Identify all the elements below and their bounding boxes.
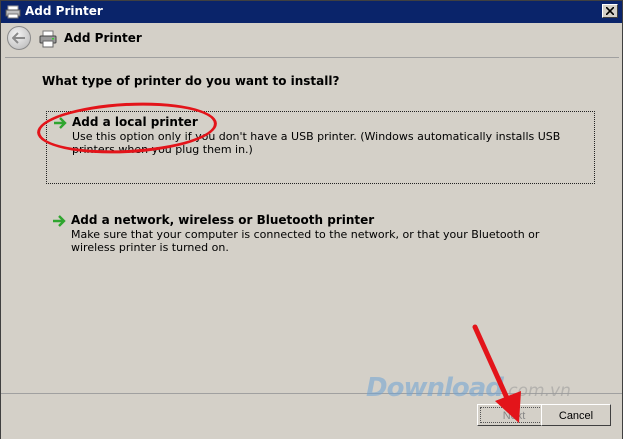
question-heading: What type of printer do you want to inst… bbox=[42, 74, 340, 88]
printer-icon bbox=[5, 5, 21, 19]
title-bar[interactable]: Add Printer bbox=[1, 1, 622, 23]
next-button[interactable]: Next bbox=[477, 404, 551, 426]
close-icon bbox=[606, 7, 614, 15]
watermark-logo: Download.com.vn bbox=[366, 373, 571, 403]
green-arrow-icon bbox=[53, 215, 66, 227]
option-title: Add a network, wireless or Bluetooth pri… bbox=[71, 213, 375, 227]
page-title: Add Printer bbox=[64, 31, 142, 45]
wizard-content: What type of printer do you want to inst… bbox=[5, 57, 619, 394]
cancel-button[interactable]: Cancel bbox=[541, 404, 611, 426]
printer-icon bbox=[39, 30, 57, 48]
wizard-header: Add Printer bbox=[1, 23, 622, 55]
option-description: Use this option only if you don't have a… bbox=[72, 130, 561, 156]
watermark-brand: Download bbox=[366, 373, 504, 403]
option-add-local-printer[interactable]: Add a local printer Use this option only… bbox=[46, 111, 595, 184]
add-printer-window: Add Printer Add Printer What type of pri… bbox=[0, 0, 623, 439]
option-description: Make sure that your computer is connecte… bbox=[71, 228, 540, 254]
green-arrow-icon bbox=[54, 117, 67, 129]
back-arrow-icon bbox=[12, 32, 25, 44]
back-button[interactable] bbox=[7, 26, 31, 50]
close-button[interactable] bbox=[602, 4, 618, 18]
window-title: Add Printer bbox=[25, 4, 103, 18]
option-title: Add a local printer bbox=[72, 115, 198, 129]
watermark-tld: .com.vn bbox=[502, 381, 571, 401]
option-add-network-printer[interactable]: Add a network, wireless or Bluetooth pri… bbox=[46, 210, 595, 270]
